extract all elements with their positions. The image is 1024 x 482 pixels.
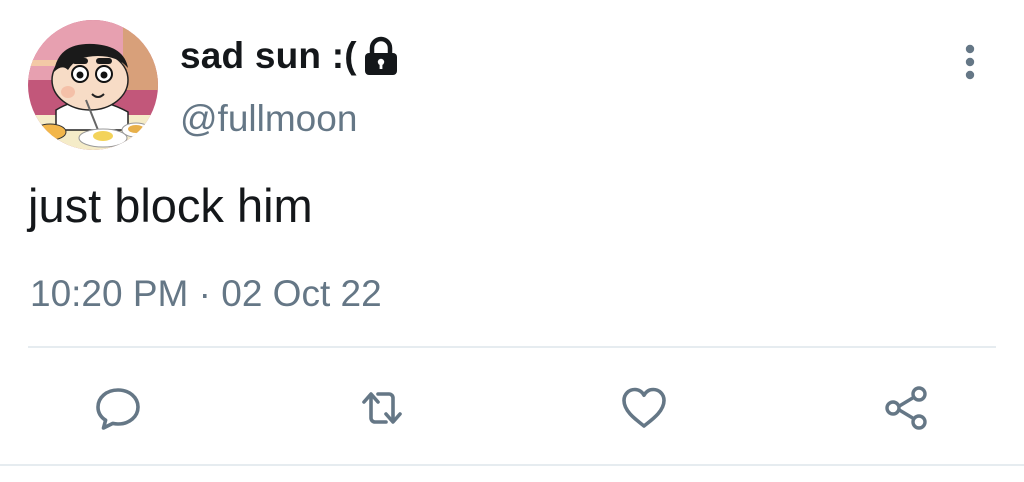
avatar[interactable] [28,20,158,150]
tweet-text: just block him [28,179,313,232]
vertical-dots-icon[interactable] [952,40,988,84]
share-button[interactable] [880,382,932,434]
tweet-card: sad sun :( @fullmoon just block him 10:2… [0,0,1024,482]
share-nodes-icon [885,386,927,430]
tweet-timestamp[interactable]: 10:20 PM · 02 Oct 22 [30,273,382,315]
divider [28,346,996,348]
speech-bubble-icon [96,388,140,430]
user-handle[interactable]: @fullmoon [180,98,357,140]
reply-button[interactable] [92,382,144,434]
heart-icon [622,387,666,428]
bottom-divider [0,464,1024,466]
retweet-button[interactable] [356,382,408,434]
cartoon-avatar-image [28,20,158,150]
retweet-arrows-icon [362,392,402,424]
lock-icon [361,34,401,78]
display-name[interactable]: sad sun :( [180,35,357,77]
like-button[interactable] [618,382,670,434]
display-name-row: sad sun :( [180,32,401,80]
